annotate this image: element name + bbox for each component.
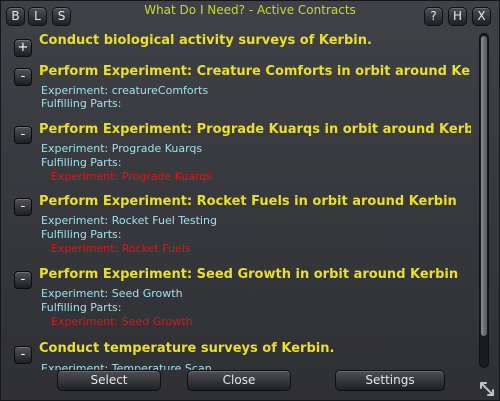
experiment-line: Experiment: Prograde Kuarqs — [41, 142, 203, 155]
experiment-line: Experiment: creatureComforts — [41, 84, 209, 97]
expand-toggle[interactable]: + — [14, 39, 32, 57]
fulfilling-parts-label: Fulfilling Parts: — [41, 97, 122, 110]
close-window-button[interactable]: X — [472, 7, 491, 26]
contract-title: Perform Experiment: Rocket Fuels in orbi… — [39, 194, 457, 209]
contract-title: Conduct biological activity surveys of K… — [39, 33, 372, 48]
select-button[interactable]: Select — [57, 370, 161, 391]
settings-button[interactable]: Settings — [335, 370, 445, 391]
vertical-scrollbar[interactable] — [479, 33, 489, 368]
contract-title: Perform Experiment: Seed Growth in orbit… — [39, 267, 459, 282]
contract-title: Conduct temperature surveys of Kerbin. — [39, 341, 335, 356]
resize-grip-icon[interactable] — [479, 381, 495, 397]
scrollbar-thumb[interactable] — [481, 36, 487, 336]
collapse-toggle[interactable]: - — [14, 68, 32, 86]
fulfilling-parts-label: Fulfilling Parts: — [41, 301, 122, 314]
contract-title: Perform Experiment: Creature Comforts in… — [39, 64, 471, 79]
experiment-line: Experiment: Rocket Fuel Testing — [41, 214, 217, 227]
collapse-toggle[interactable]: - — [14, 271, 32, 289]
experiment-line: Experiment: Seed Growth — [41, 287, 183, 300]
collapse-toggle[interactable]: - — [14, 198, 32, 216]
h-button[interactable]: H — [448, 7, 467, 26]
contract-list[interactable]: + Conduct biological activity surveys of… — [9, 30, 471, 370]
contract-title: Perform Experiment: Prograde Kuarqs in o… — [39, 122, 471, 137]
fulfilling-parts-label: Fulfilling Parts: — [41, 156, 122, 169]
help-button[interactable]: ? — [424, 7, 443, 26]
missing-part-line: Experiment: Prograde Kuarqs — [51, 170, 213, 183]
collapse-toggle[interactable]: - — [14, 346, 32, 364]
missing-part-line: Experiment: Rocket Fuels — [51, 242, 191, 255]
fulfilling-parts-label: Fulfilling Parts: — [41, 228, 122, 241]
close-button[interactable]: Close — [187, 370, 291, 391]
experiment-line: Experiment: Temperature Scan — [41, 362, 212, 370]
contracts-window: B L S What Do I Need? - Active Contracts… — [0, 0, 500, 401]
collapse-toggle[interactable]: - — [14, 126, 32, 144]
missing-part-line: Experiment: Seed Growth — [51, 315, 193, 328]
